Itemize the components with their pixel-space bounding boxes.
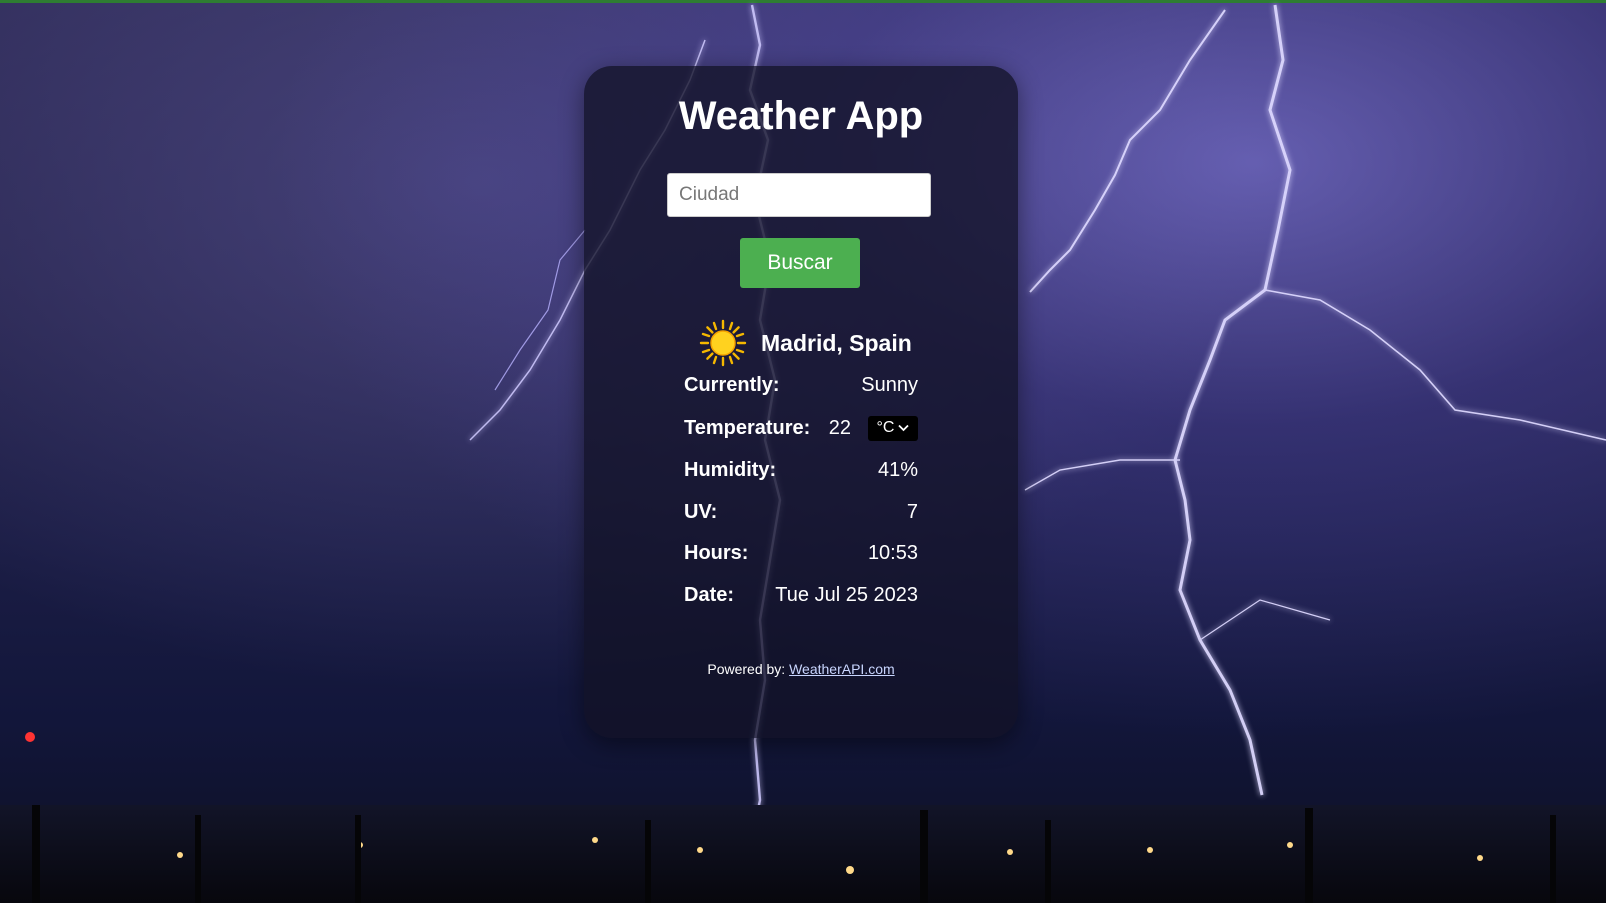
humidity-label: Humidity: bbox=[684, 458, 777, 481]
uv-value: 7 bbox=[906, 500, 918, 523]
hours-row: Hours: 10:53 bbox=[684, 539, 918, 567]
search-button[interactable]: Buscar bbox=[740, 238, 860, 288]
city-ground bbox=[0, 805, 1606, 903]
weather-card: Weather App Buscar Madrid, Spain Current… bbox=[584, 66, 1018, 738]
city-search-input[interactable] bbox=[667, 173, 931, 217]
temperature-label: Temperature: bbox=[684, 416, 811, 439]
currently-row: Currently: Sunny bbox=[684, 371, 918, 399]
lightning-bolt bbox=[1024, 4, 1606, 796]
app-title: Weather App bbox=[678, 94, 924, 138]
hours-value: 10:53 bbox=[867, 541, 918, 564]
temperature-row: Temperature: 22 °C bbox=[684, 414, 918, 442]
powered-by-footer: Powered by: WeatherAPI.com bbox=[584, 661, 1018, 677]
hours-label: Hours: bbox=[684, 541, 749, 564]
currently-value: Sunny bbox=[861, 373, 918, 396]
temperature-value-group: 22 °C bbox=[828, 415, 918, 441]
humidity-value: 41% bbox=[877, 458, 918, 481]
humidity-row: Humidity: 41% bbox=[684, 456, 918, 484]
location-name: Madrid, Spain bbox=[761, 329, 912, 356]
temperature-unit-label: °C bbox=[876, 419, 895, 436]
chevron-down-icon bbox=[898, 424, 910, 432]
temperature-unit-select[interactable]: °C bbox=[868, 415, 918, 441]
sun-icon bbox=[699, 319, 747, 367]
date-row: Date: Tue Jul 25 2023 bbox=[684, 581, 918, 609]
temperature-value: 22 bbox=[828, 416, 851, 439]
location-header: Madrid, Spain bbox=[699, 318, 912, 368]
powered-by-label: Powered by: bbox=[707, 661, 786, 677]
uv-row: UV: 7 bbox=[684, 498, 918, 526]
uv-label: UV: bbox=[684, 500, 718, 523]
date-label: Date: bbox=[684, 583, 735, 606]
currently-label: Currently: bbox=[684, 373, 780, 396]
date-value: Tue Jul 25 2023 bbox=[775, 583, 918, 606]
lightning-bolt bbox=[494, 229, 586, 391]
weatherapi-link[interactable]: WeatherAPI.com bbox=[789, 661, 895, 677]
